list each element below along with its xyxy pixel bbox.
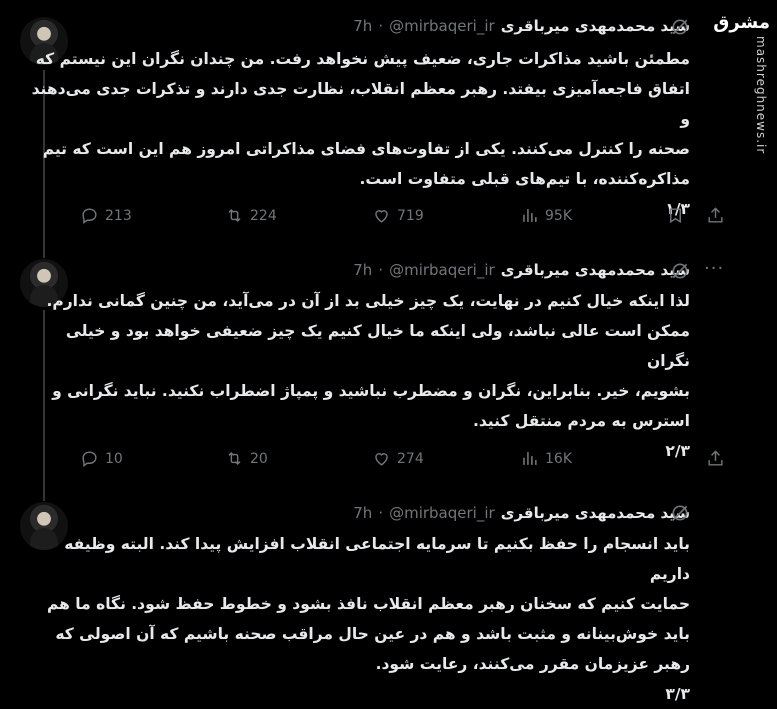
analytics-icon	[523, 452, 537, 465]
thread-line	[43, 489, 45, 501]
share-icon	[708, 207, 723, 223]
heart-icon	[375, 210, 388, 223]
more-options-button[interactable]: ···	[704, 258, 724, 279]
tweet-line: استرس به مردم منتقل کنید.	[472, 412, 690, 430]
tweet-text: باید انسجام را حفظ بکنیم تا سرمایه اجتما…	[30, 529, 690, 709]
tweet-header: سید محمدمهدی میرباقری @mirbaqeri_ir · 7h	[353, 503, 690, 523]
share-button[interactable]	[706, 206, 725, 225]
grok-icon[interactable]	[670, 17, 690, 37]
repost-button[interactable]: 20	[225, 449, 268, 468]
tweet-line: بشویم، خیر. بنابراین، نگران و مضطرب نباش…	[52, 382, 690, 400]
tweet-line: مذاکره‌کننده، با تیم‌های قبلی متفاوت است…	[359, 170, 690, 188]
like-count: 274	[397, 450, 424, 467]
share-button[interactable]	[706, 449, 725, 468]
grok-icon[interactable]	[670, 261, 690, 281]
tweet-line: باید خوش‌بینانه و مثبت باشد و هم در عین …	[55, 625, 690, 643]
author-name[interactable]: سید محمدمهدی میرباقری	[501, 504, 690, 522]
thread-counter: ۳/۳	[665, 685, 690, 703]
like-button[interactable]: 274	[372, 449, 424, 468]
action-bar: 213 224 719 95K	[80, 206, 730, 226]
views-button[interactable]: 16K	[520, 449, 572, 468]
timestamp[interactable]: 7h	[353, 261, 372, 279]
reply-icon	[82, 208, 97, 225]
separator-dot: ·	[378, 261, 384, 279]
heart-icon	[375, 453, 388, 466]
tweet-header: سید محمدمهدی میرباقری @mirbaqeri_ir · 7h	[353, 260, 690, 280]
tweet-text: مطمئن باشید مذاکرات جاری، ضعیف پیش نخواه…	[30, 44, 690, 224]
reply-count: 213	[105, 207, 132, 224]
tweet-header: سید محمدمهدی میرباقری @mirbaqeri_ir · 7h	[353, 16, 690, 36]
watermark-site: mashreghnews.ir	[754, 36, 768, 155]
tweet-line: ممکن است عالی نباشد، ولی اینکه ما خیال ک…	[65, 322, 690, 370]
reply-button[interactable]: 10	[80, 449, 123, 468]
tweet-line: صحنه را کنترل می‌کنند. یکی از تفاوت‌های …	[42, 140, 690, 158]
author-handle[interactable]: @mirbaqeri_ir	[389, 17, 495, 35]
watermark-logo: مشرق	[713, 12, 770, 33]
like-count: 719	[397, 207, 424, 224]
tweet-line: مطمئن باشید مذاکرات جاری، ضعیف پیش نخواه…	[35, 50, 690, 68]
repost-button[interactable]: 224	[225, 206, 277, 225]
tweet-line: لذا اینکه خیال کنیم در نهایت، یک چیز خیل…	[46, 292, 690, 310]
author-name[interactable]: سید محمدمهدی میرباقری	[501, 261, 690, 279]
views-count: 95K	[545, 207, 572, 224]
tweet-line: اتفاق فاجعه‌آمیزی بیفتد. رهبر معظم انقلا…	[31, 80, 690, 128]
like-button[interactable]: 719	[372, 206, 424, 225]
tweet-line: حمایت کنیم که سخنان رهبر معظم انقلاب ناف…	[46, 595, 690, 613]
reply-button[interactable]: 213	[80, 206, 132, 225]
repost-count: 20	[250, 450, 268, 467]
views-button[interactable]: 95K	[520, 206, 572, 225]
tweet-line: باید انسجام را حفظ بکنیم تا سرمایه اجتما…	[64, 535, 690, 583]
bookmark-button[interactable]	[666, 206, 685, 225]
thread-line	[43, 244, 45, 258]
tweet-3[interactable]: سید محمدمهدی میرباقری @mirbaqeri_ir · 7h…	[0, 489, 738, 703]
views-count: 16K	[545, 450, 572, 467]
bookmark-icon	[670, 208, 681, 224]
tweet-1[interactable]: سید محمدمهدی میرباقری @mirbaqeri_ir · 7h…	[0, 0, 738, 244]
timestamp[interactable]: 7h	[353, 504, 372, 522]
action-bar: 10 20 274 16K	[80, 449, 730, 469]
analytics-icon	[523, 209, 537, 222]
separator-dot: ·	[378, 504, 384, 522]
repost-count: 224	[250, 207, 277, 224]
grok-icon[interactable]	[670, 503, 690, 523]
timestamp[interactable]: 7h	[353, 17, 372, 35]
separator-dot: ·	[378, 17, 384, 35]
tweet-line: رهبر عزیزمان مقرر می‌کنند، رعایت شود.	[375, 655, 690, 673]
tweet-text: لذا اینکه خیال کنیم در نهایت، یک چیز خیل…	[30, 286, 690, 466]
repost-icon	[228, 451, 241, 466]
reply-count: 10	[105, 450, 123, 467]
tweet-2[interactable]: سید محمدمهدی میرباقری @mirbaqeri_ir · 7h…	[0, 244, 738, 489]
author-handle[interactable]: @mirbaqeri_ir	[389, 504, 495, 522]
author-handle[interactable]: @mirbaqeri_ir	[389, 261, 495, 279]
watermark: مشرق mashreghnews.ir	[713, 0, 777, 689]
share-icon	[708, 450, 723, 466]
repost-icon	[228, 208, 241, 223]
reply-icon	[82, 451, 97, 468]
author-name[interactable]: سید محمدمهدی میرباقری	[501, 17, 690, 35]
